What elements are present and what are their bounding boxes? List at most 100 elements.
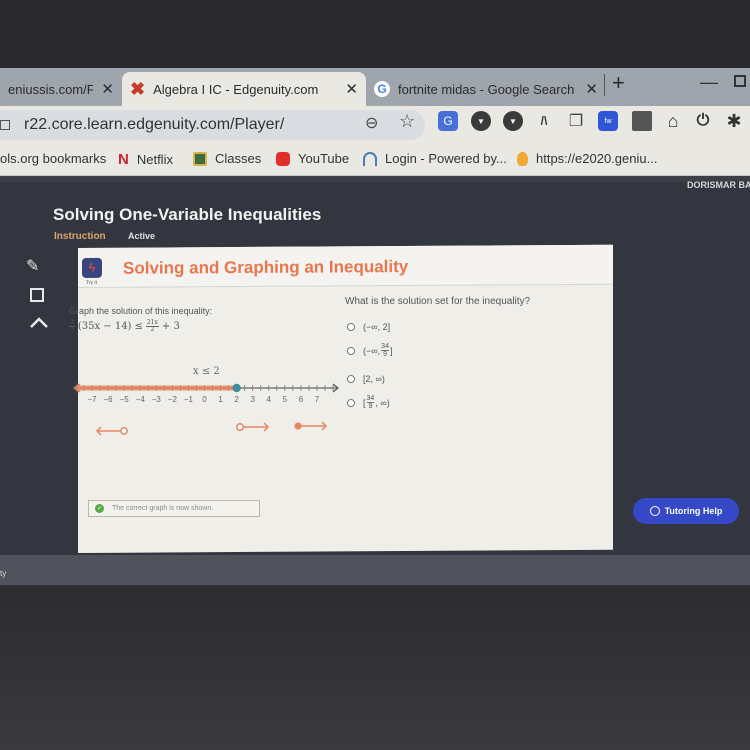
subnav-active[interactable]: Active bbox=[128, 231, 155, 241]
close-icon[interactable]: ✕ bbox=[585, 80, 598, 98]
tab-title: Algebra I IC - Edgenuity.com bbox=[153, 81, 319, 97]
radio-button[interactable] bbox=[347, 375, 355, 383]
fraction-denominator: 9 bbox=[368, 403, 373, 410]
close-icon[interactable]: ✕ bbox=[101, 80, 114, 98]
tick-label: −6 bbox=[104, 395, 114, 404]
check-icon: ✓ bbox=[95, 504, 104, 513]
bookmark-label: YouTube bbox=[298, 151, 350, 166]
page-info-icon[interactable] bbox=[0, 120, 10, 130]
option-text: (−∞, bbox=[363, 345, 381, 356]
right-ray-closed-tool[interactable] bbox=[293, 419, 329, 433]
house-lock-extension-icon[interactable]: ⌂ bbox=[663, 111, 683, 131]
coefficient-fraction: 3 7 bbox=[69, 320, 75, 333]
bookmark-netflix[interactable]: N Netflix bbox=[118, 151, 173, 168]
tick-label: 4 bbox=[267, 395, 272, 404]
bookmark-star-icon[interactable]: ☆ bbox=[399, 111, 415, 132]
panel-header: ϟ Try It Solving and Graphing an Inequal… bbox=[78, 244, 613, 288]
inequality-lhs: (35x − 14) bbox=[77, 321, 132, 332]
artstation-extension-icon[interactable]: /\ bbox=[534, 111, 554, 131]
course-title: Solving One-Variable Inequalities bbox=[53, 205, 322, 224]
tab-title: eniussis.com/FE( bbox=[8, 81, 94, 97]
fraction-denominator: 2 bbox=[150, 326, 155, 333]
user-name[interactable]: DORISMAR BAT bbox=[687, 180, 750, 190]
shield-extension-icon[interactable]: ▼ bbox=[471, 111, 491, 131]
shield-extension-icon-2[interactable]: ▼ bbox=[503, 111, 523, 131]
tick-label: 1 bbox=[218, 395, 223, 404]
inequality-rhs-tail: + 3 bbox=[161, 321, 180, 332]
url-text[interactable]: r22.core.learn.edgenuity.com/Player/ bbox=[24, 116, 284, 134]
power-extension-icon[interactable]: ⏻ bbox=[693, 111, 713, 131]
collapse-up-icon[interactable] bbox=[29, 315, 49, 328]
tick-label: 5 bbox=[283, 395, 288, 404]
right-ray-open-tool[interactable] bbox=[235, 420, 271, 434]
graph-prompt: Graph the solution of this inequality: bbox=[69, 306, 213, 316]
address-bar[interactable]: r22.core.learn.edgenuity.com/Player/ bbox=[0, 110, 425, 140]
tick-label: 0 bbox=[202, 395, 207, 404]
new-tab-button[interactable]: + bbox=[612, 70, 625, 96]
open-endpoint-icon bbox=[120, 427, 128, 435]
subnav-instruction[interactable]: Instruction bbox=[54, 231, 106, 242]
inequality-expression: 3 7 (35x − 14) ≤ 21x 2 + 3 bbox=[69, 320, 180, 333]
restore-button[interactable] bbox=[734, 75, 746, 87]
radio-button[interactable] bbox=[347, 346, 355, 355]
tab-geniussis[interactable]: eniussis.com/FE( ✕ bbox=[0, 72, 122, 106]
answer-option-3[interactable]: [2, ∞) bbox=[347, 374, 385, 384]
screen-bezel bbox=[0, 0, 750, 70]
copy-extension-icon[interactable]: ❐ bbox=[566, 111, 586, 131]
option-suffix: ] bbox=[389, 345, 393, 356]
google-g-icon: G bbox=[374, 81, 390, 97]
tick-label: −7 bbox=[87, 395, 97, 404]
fraction-numerator: 34 bbox=[381, 343, 389, 351]
tick-label: −4 bbox=[136, 395, 146, 404]
pencil-icon[interactable]: ✎ bbox=[26, 256, 39, 276]
bookmark-e2020[interactable]: https://e2020.geniu... bbox=[517, 151, 657, 166]
status-message: ✓ The correct graph is now shown. bbox=[88, 500, 260, 517]
answer-option-4[interactable]: [ 34 9 , ∞) bbox=[347, 395, 390, 410]
try-it-icon: ϟ bbox=[82, 257, 102, 278]
puzzle-extensions-icon[interactable]: ✱ bbox=[724, 111, 744, 131]
left-ray-open-tool[interactable] bbox=[94, 424, 130, 438]
minimize-button[interactable]: — bbox=[700, 72, 718, 93]
fraction-denominator: 7 bbox=[70, 326, 74, 333]
bookmark-login[interactable]: Login - Powered by... bbox=[363, 151, 507, 166]
try-it-label: Try It bbox=[86, 279, 98, 286]
tutoring-help-button[interactable]: Tutoring Help bbox=[633, 498, 739, 524]
bookmark-label: Netflix bbox=[136, 152, 173, 167]
answer-option-2[interactable]: (−∞, 34 9 ] bbox=[347, 343, 392, 358]
tick-label: 6 bbox=[299, 395, 304, 404]
google-translate-extension-icon[interactable]: G bbox=[438, 111, 458, 131]
netflix-icon: N bbox=[118, 151, 129, 168]
calculator-icon[interactable] bbox=[30, 288, 44, 302]
bookmark-classes[interactable]: Classes bbox=[193, 151, 261, 166]
tab-edgenuity[interactable]: ✖ Algebra I IC - Edgenuity.com ✕ bbox=[122, 72, 366, 106]
tab-separator bbox=[604, 74, 605, 96]
tick-label: 2 bbox=[234, 395, 239, 404]
open-endpoint-icon bbox=[236, 423, 244, 431]
closed-endpoint-icon bbox=[294, 422, 302, 430]
bookmark-youtube[interactable]: YouTube bbox=[276, 151, 349, 166]
close-icon[interactable]: ✕ bbox=[345, 80, 358, 98]
solution-set-question: What is the solution set for the inequal… bbox=[345, 296, 531, 307]
option-text: [ bbox=[363, 397, 366, 408]
radio-button[interactable] bbox=[347, 323, 355, 331]
option-text: (−∞, 2] bbox=[363, 322, 391, 332]
rhs-fraction: 21x 2 bbox=[145, 320, 159, 333]
endpoint-dot bbox=[232, 383, 241, 393]
tab-google-search[interactable]: G fortnite midas - Google Search ✕ bbox=[366, 72, 606, 106]
number-line[interactable]: −7 −6 −5 −4 −3 −2 −1 0 1 2 3 4 5 6 7 bbox=[70, 376, 342, 410]
desk-background bbox=[0, 586, 750, 750]
answer-option-1[interactable]: (−∞, 2] bbox=[347, 322, 390, 332]
bookmark-folder[interactable]: ols.org bookmarks bbox=[0, 151, 106, 166]
classroom-icon bbox=[193, 151, 207, 166]
puzzle-fw-extension-icon[interactable]: fw bbox=[598, 111, 618, 131]
option-fraction: 34 9 bbox=[366, 395, 375, 410]
login-icon bbox=[363, 151, 377, 166]
zoom-icon[interactable]: ⊖ bbox=[365, 113, 378, 133]
radio-button[interactable] bbox=[347, 398, 355, 407]
fraction-numerator: 34 bbox=[366, 395, 375, 403]
square-extension-icon[interactable] bbox=[632, 111, 652, 131]
option-suffix: , ∞) bbox=[375, 397, 390, 408]
option-fraction: 34 9 bbox=[381, 343, 389, 358]
youtube-icon bbox=[276, 151, 290, 166]
tick-label: −5 bbox=[120, 395, 130, 404]
